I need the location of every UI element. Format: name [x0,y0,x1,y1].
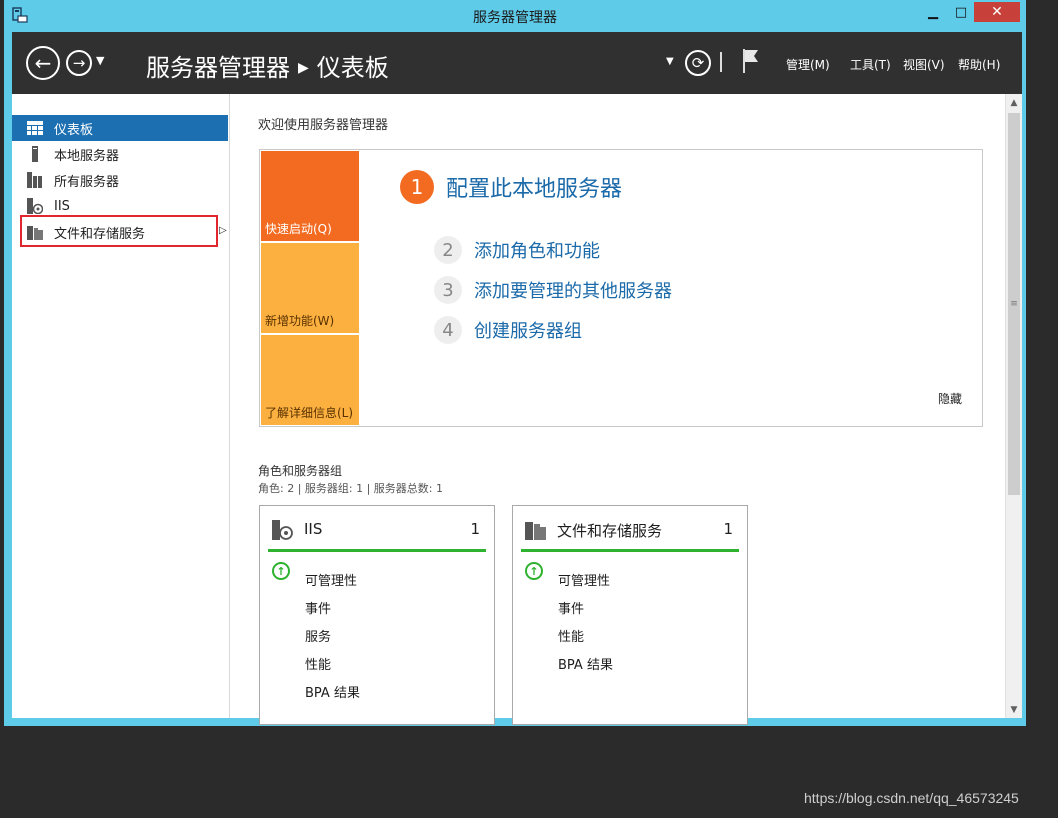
tile-learn-more[interactable]: 了解详细信息(L) [261,335,359,425]
sidebar-item-label: IIS [54,198,70,214]
tile-label: 新增功能(W) [265,314,335,328]
step-number: 2 [434,236,462,264]
refresh-button[interactable]: ⟳ [685,50,711,76]
step-link[interactable]: 配置此本地服务器 [446,171,622,203]
step-number: 4 [434,316,462,344]
step-add-servers[interactable]: 3 添加要管理的其他服务器 [434,276,672,304]
scrollbar-thumb[interactable]: ≡ [1008,113,1020,495]
card-row-manageability[interactable]: 可管理性 [305,570,357,589]
window-title: 服务器管理器 [473,10,557,26]
card-row-events[interactable]: 事件 [305,598,331,617]
card-row-bpa-results[interactable]: BPA 结果 [305,682,360,701]
step-link[interactable]: 创建服务器组 [474,317,582,343]
welcome-title: 欢迎使用服务器管理器 [258,118,389,133]
tile-whats-new[interactable]: 新增功能(W) [261,243,359,333]
expand-arrow-icon[interactable]: ▷ [219,225,227,236]
content-area: 仪表板 本地服务器 所有服务器 IIS 文件和存储服务 ▷ 欢迎使用服务器管理器… [12,94,1022,725]
iis-icon [26,197,44,215]
servers-icon [26,171,44,189]
role-card-iis[interactable]: IIS 1 ↑ 可管理性 事件 服务 性能 BPA 结果 [259,505,495,725]
step-configure-local-server[interactable]: 1 配置此本地服务器 [400,170,622,204]
scroll-down-arrow-icon[interactable]: ▼ [1006,701,1022,718]
server-manager-window: 服务器管理器 ▁ □ ✕ ← → ▼ 服务器管理器 ▶ 仪表板 ▼ ⟳ 管理(M) … [4,0,1026,726]
tile-label: 快速启动(Q) [265,222,332,236]
history-dropdown-icon[interactable]: ▼ [96,54,104,67]
breadcrumb: 服务器管理器 ▶ 仪表板 [146,48,389,83]
step-link[interactable]: 添加角色和功能 [474,237,600,263]
step-number: 1 [400,170,434,204]
sidebar-item-all-servers[interactable]: 所有服务器 [12,167,228,193]
card-title: 文件和存储服务 [557,522,663,540]
maximize-button[interactable]: □ [948,2,974,22]
card-header[interactable]: 文件和存储服务 1 [521,506,739,552]
notifications-flag-icon[interactable] [742,48,760,74]
menu-view[interactable]: 视图(V) [903,56,945,73]
card-row-events[interactable]: 事件 [558,598,584,617]
red-highlight-box [20,215,218,247]
navigation-sidebar: 仪表板 本地服务器 所有服务器 IIS 文件和存储服务 ▷ [12,94,230,718]
card-row-performance[interactable]: 性能 [305,654,331,673]
watermark: https://blog.csdn.net/qq_46573245 [804,790,1019,806]
card-count: 1 [723,520,733,538]
breadcrumb-root[interactable]: 服务器管理器 [146,54,290,82]
file-storage-icon [525,520,547,540]
refresh-icon: ⟳ [691,54,705,72]
sidebar-item-label: 仪表板 [54,122,94,138]
step-create-server-group[interactable]: 4 创建服务器组 [434,316,582,344]
sidebar-item-label: 所有服务器 [54,174,120,190]
tile-quick-start[interactable]: 快速启动(Q) [261,151,359,241]
step-link[interactable]: 添加要管理的其他服务器 [474,277,672,303]
roles-groups-summary: 角色: 2 | 服务器组: 1 | 服务器总数: 1 [258,482,444,495]
breadcrumb-separator-icon: ▶ [298,60,309,76]
sidebar-item-label: 本地服务器 [54,148,120,164]
status-ok-icon: ↑ [525,562,543,580]
arrow-left-icon: ← [34,51,52,75]
minimize-button[interactable]: ▁ [920,2,946,22]
sidebar-item-dashboard[interactable]: 仪表板 [12,115,228,141]
scroll-up-arrow-icon[interactable]: ▲ [1006,94,1022,111]
step-add-roles-features[interactable]: 2 添加角色和功能 [434,236,600,264]
card-count: 1 [470,520,480,538]
toolbar: ← → ▼ 服务器管理器 ▶ 仪表板 ▼ ⟳ 管理(M) 工具(T) 视图(V) 帮… [12,32,1022,94]
hide-welcome-link[interactable]: 隐藏 [938,390,962,407]
sidebar-item-local-server[interactable]: 本地服务器 [12,141,228,167]
toolbar-divider [720,52,722,72]
menu-tools[interactable]: 工具(T) [850,56,891,73]
arrow-right-icon: → [72,54,86,72]
title-bar[interactable]: 服务器管理器 ▁ □ ✕ [4,0,1026,32]
dashboard-main: 欢迎使用服务器管理器 快速启动(Q) 新增功能(W) 了解详细信息(L) 1 配… [232,94,1004,725]
card-row-services[interactable]: 服务 [305,626,331,645]
menu-manage[interactable]: 管理(M) [786,56,830,73]
card-header[interactable]: IIS 1 [268,506,486,552]
close-button[interactable]: ✕ [974,2,1020,22]
role-card-file-storage[interactable]: 文件和存储服务 1 ↑ 可管理性 事件 性能 BPA 结果 [512,505,748,725]
card-row-performance[interactable]: 性能 [558,626,584,645]
vertical-scrollbar[interactable]: ▲ ≡ ▼ [1005,94,1022,718]
menu-help[interactable]: 帮助(H) [958,56,1000,73]
card-row-manageability[interactable]: 可管理性 [558,570,610,589]
breadcrumb-current: 仪表板 [316,54,389,82]
toolbar-dropdown-icon[interactable]: ▼ [666,56,674,67]
card-title: IIS [304,520,323,538]
dashboard-icon [26,119,44,137]
step-number: 3 [434,276,462,304]
tile-label: 了解详细信息(L) [265,406,354,420]
forward-button[interactable]: → [66,50,92,76]
welcome-panel: 快速启动(Q) 新增功能(W) 了解详细信息(L) 1 配置此本地服务器 2 添… [259,149,983,427]
iis-icon [272,520,294,540]
card-row-bpa-results[interactable]: BPA 结果 [558,654,613,673]
roles-groups-title: 角色和服务器组 [258,464,343,478]
status-ok-icon: ↑ [272,562,290,580]
server-icon [26,145,44,163]
back-button[interactable]: ← [26,46,60,80]
